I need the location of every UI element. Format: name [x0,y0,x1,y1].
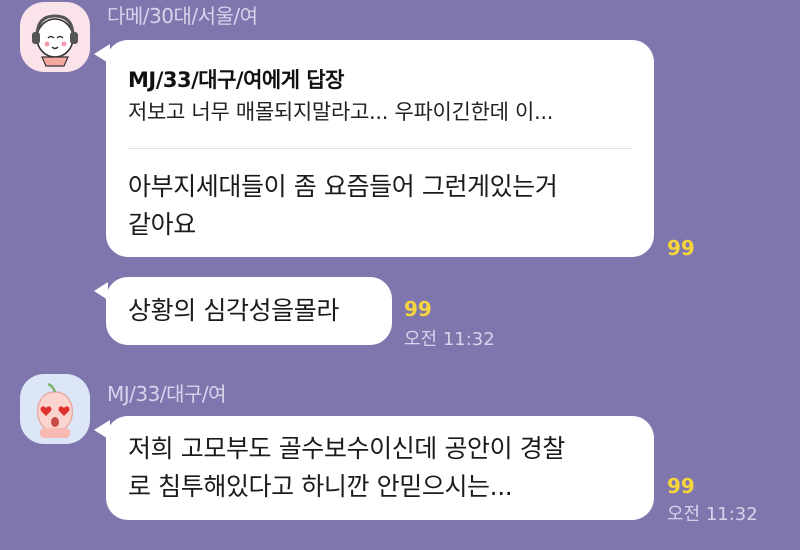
reply-divider [128,148,632,149]
peach-heart-eyes-icon [36,382,74,438]
sender-avatar[interactable] [20,2,90,72]
reply-target-name[interactable]: MJ/33/대구/여에게 답장 [128,64,345,94]
message-text-line: 같아요 [128,210,196,239]
sender-name: MJ/33/대구/여 [107,382,227,406]
message-bubble[interactable]: 저희 고모부도 골수보수이신데 공안이 경찰 로 침투해있다고 하니깐 안믿으시… [106,416,654,520]
unread-count: 99 [667,474,695,498]
reply-preview-text[interactable]: 저보고 너무 매몰되지말라고... 우파이긴한데 이... [128,96,553,126]
message-timestamp: 오전 11:32 [667,504,758,525]
message-text-line: 로 침투해있다고 하니깐 안믿으시는... [128,472,513,501]
headphones-girl-icon [32,14,78,67]
reply-message-bubble[interactable]: MJ/33/대구/여에게 답장 저보고 너무 매몰되지말라고... 우파이긴한데… [106,40,654,257]
message-text-line: 아부지세대들이 좀 요즘들어 그런게있는거 [128,172,558,201]
unread-count: 99 [667,236,695,260]
sender-name: 다메/30대/서울/여 [107,4,258,28]
message-text-line: 저희 고모부도 골수보수이신데 공안이 경찰 [128,434,565,463]
message-bubble[interactable]: 상황의 심각성을몰라 [106,277,392,345]
message-text-line: 상황의 심각성을몰라 [128,296,339,325]
message-timestamp: 오전 11:32 [404,329,495,350]
sender-avatar[interactable] [20,374,90,444]
unread-count: 99 [404,297,432,321]
